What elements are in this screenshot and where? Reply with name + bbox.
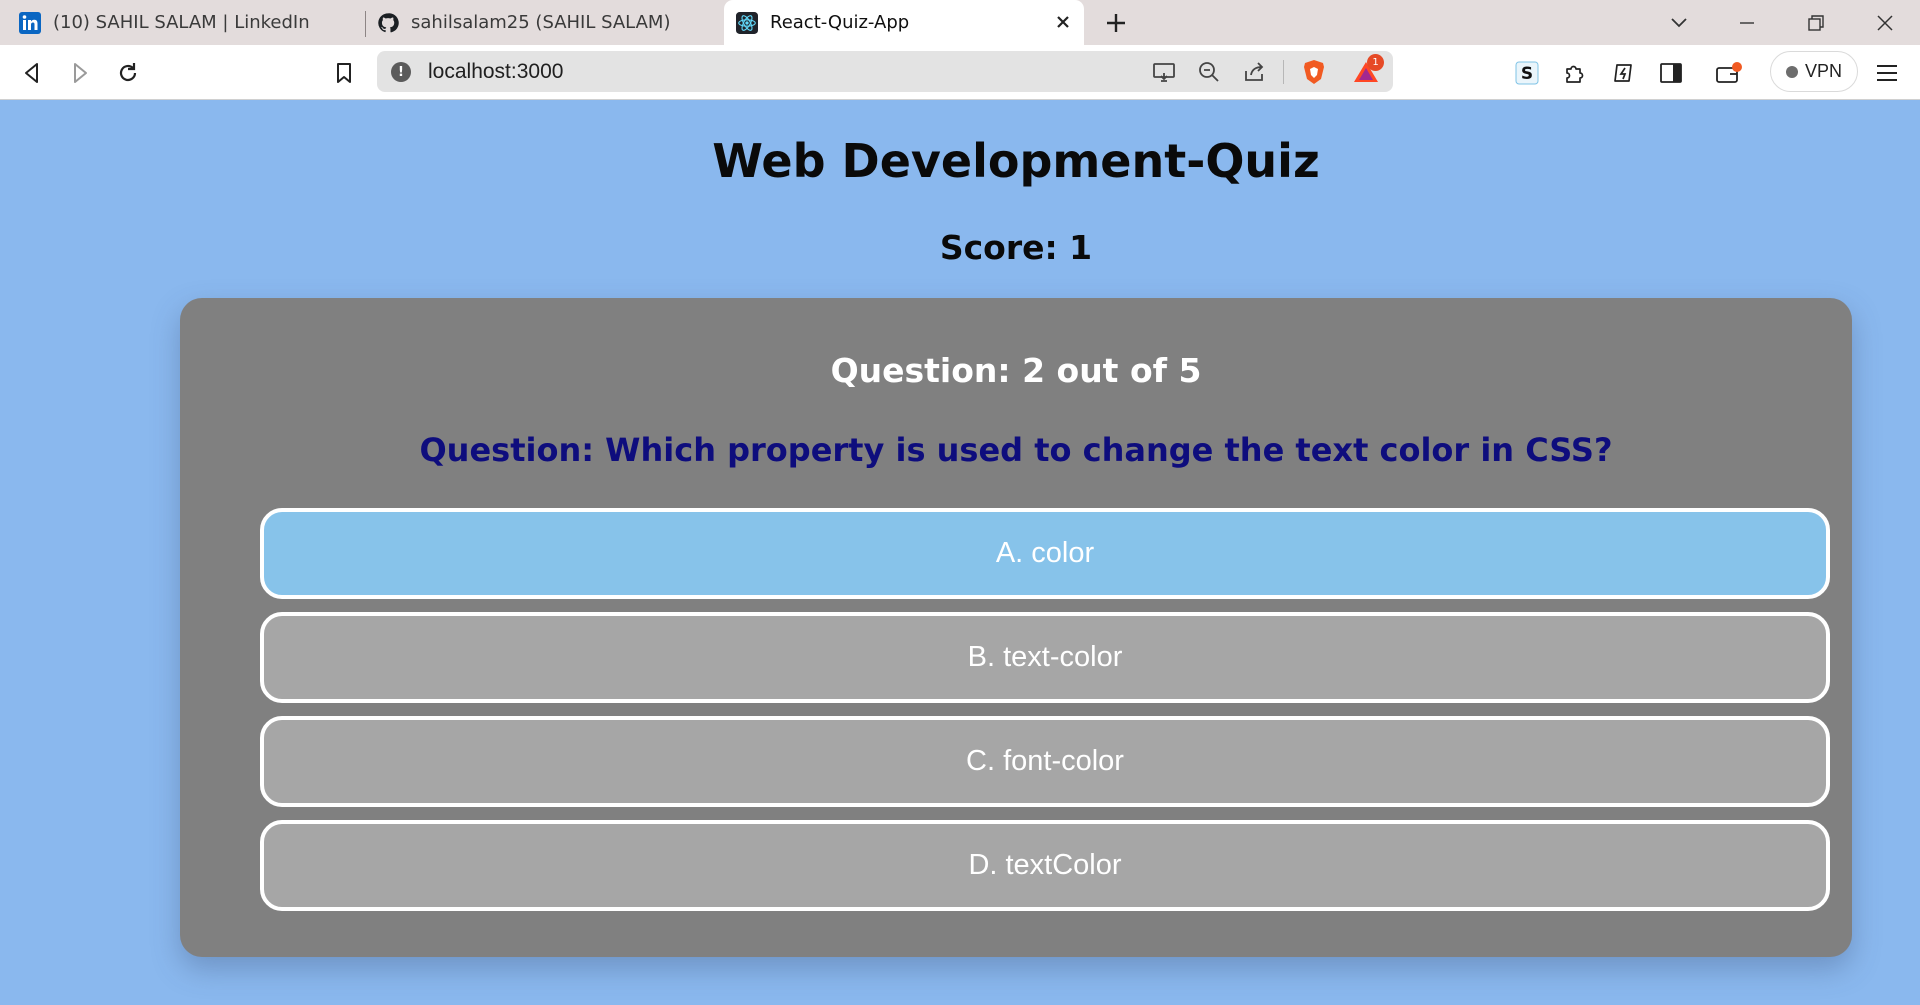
tab-title: sahilsalam25 (SAHIL SALAM) <box>411 12 671 33</box>
score-text: Score: 1 <box>939 228 1093 267</box>
back-icon[interactable] <box>17 58 47 88</box>
address-bar-divider <box>1283 60 1284 84</box>
zoom-out-icon[interactable] <box>1195 58 1223 86</box>
browser-toolbar: ! localhost:3000 1 S VPN <box>0 45 1920 100</box>
answer-option-b[interactable]: B. text-color <box>260 612 1830 703</box>
minimize-icon[interactable] <box>1732 8 1762 38</box>
linkedin-icon <box>19 11 41 34</box>
brave-shields-icon[interactable] <box>1300 58 1328 86</box>
tab-react-quiz-app[interactable]: React-Quiz-App <box>724 0 1084 45</box>
vpn-status-icon <box>1785 65 1798 78</box>
tab-linkedin[interactable]: (10) SAHIL SALAM | LinkedIn <box>19 0 365 45</box>
browser-tab-strip: (10) SAHIL SALAM | LinkedIn sahilsalam25… <box>0 0 1920 45</box>
extensions-puzzle-icon[interactable] <box>1560 58 1590 88</box>
address-bar[interactable]: ! localhost:3000 1 <box>377 51 1393 92</box>
quiz-title: Web Development-Quiz <box>712 134 1320 188</box>
answer-option-d[interactable]: D. textColor <box>260 820 1830 911</box>
wallet-icon[interactable] <box>1714 58 1744 88</box>
cast-icon[interactable] <box>1150 58 1178 86</box>
s-extension-icon[interactable]: S <box>1512 58 1542 88</box>
brave-rewards-icon[interactable]: 1 <box>1352 54 1384 86</box>
speedreader-icon[interactable] <box>1608 58 1638 88</box>
svg-text:S: S <box>1521 64 1533 84</box>
share-icon[interactable] <box>1240 58 1268 86</box>
tab-title: React-Quiz-App <box>770 12 910 33</box>
github-icon <box>377 12 399 34</box>
tab-github[interactable]: sahilsalam25 (SAHIL SALAM) <box>377 0 723 45</box>
close-tab-icon[interactable] <box>1052 11 1074 33</box>
tab-separator <box>365 11 366 37</box>
vpn-button[interactable]: VPN <box>1770 51 1858 92</box>
question-text: Question: Which property is used to chan… <box>419 431 1613 469</box>
answer-option-a[interactable]: A. color <box>260 508 1830 599</box>
reload-icon[interactable] <box>113 58 143 88</box>
tab-search-chevron-icon[interactable] <box>1664 8 1694 38</box>
bookmark-icon[interactable] <box>329 58 359 88</box>
restore-icon[interactable] <box>1801 8 1831 38</box>
new-tab-icon[interactable] <box>1103 10 1129 36</box>
tab-title: (10) SAHIL SALAM | LinkedIn <box>53 12 310 33</box>
address-text[interactable]: localhost:3000 <box>428 60 563 84</box>
question-progress: Question: 2 out of 5 <box>830 351 1202 390</box>
sidebar-icon[interactable] <box>1656 58 1686 88</box>
question-card: Question: 2 out of 5 Question: Which pro… <box>180 298 1852 957</box>
react-icon <box>736 11 758 34</box>
close-window-icon[interactable] <box>1870 8 1900 38</box>
menu-hamburger-icon[interactable] <box>1872 58 1902 88</box>
rewards-badge: 1 <box>1367 54 1384 71</box>
site-info-icon[interactable]: ! <box>391 62 411 82</box>
forward-icon[interactable] <box>65 58 95 88</box>
vpn-label: VPN <box>1804 61 1842 81</box>
answer-option-c[interactable]: C. font-color <box>260 716 1830 807</box>
